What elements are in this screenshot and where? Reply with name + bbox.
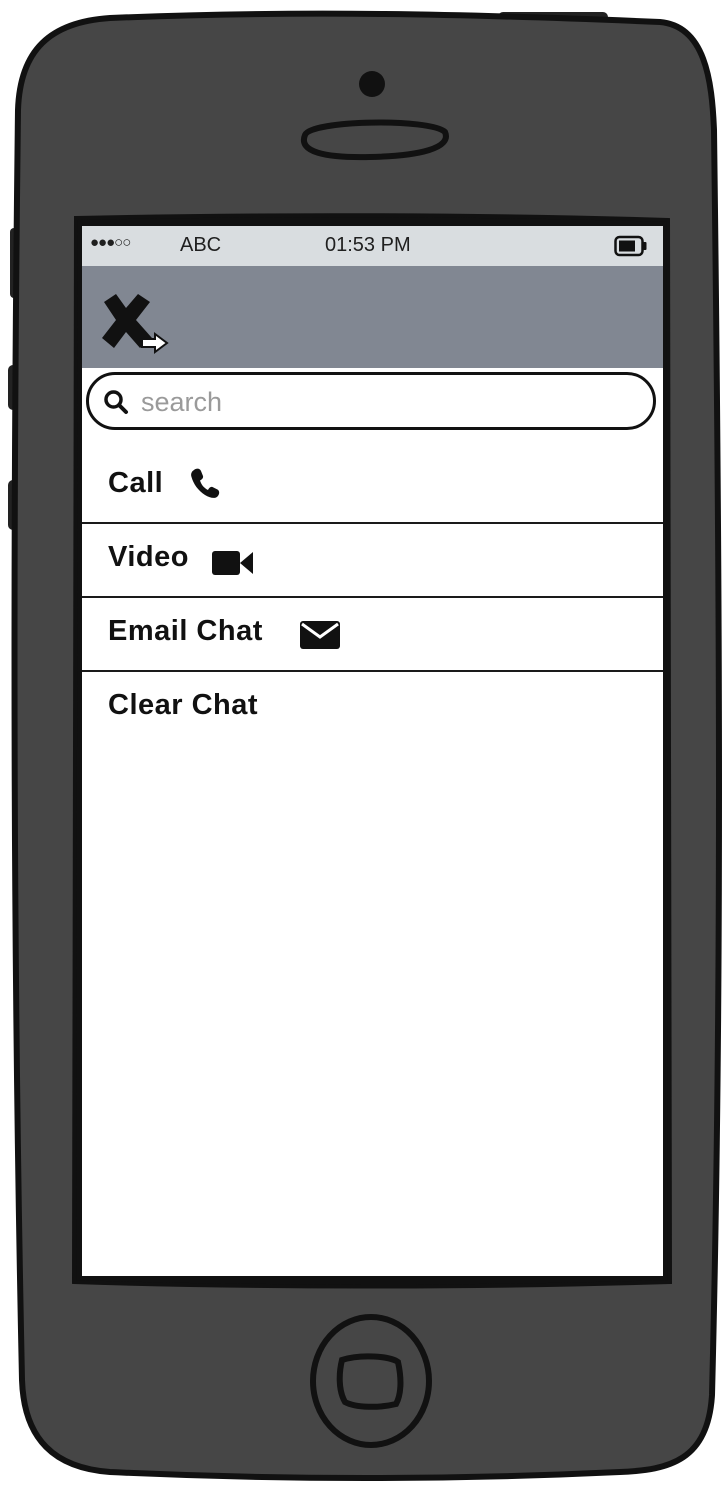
menu-item-clear-chat[interactable]: Clear Chat [82, 672, 663, 746]
video-camera-icon [212, 551, 253, 575]
menu-item-label: Clear Chat [108, 689, 259, 721]
options-menu: Call Video Email Chat Clear Chat [82, 450, 663, 746]
menu-item-label: Email Chat [108, 615, 263, 647]
menu-item-call[interactable]: Call [82, 450, 663, 524]
search-icon [104, 390, 128, 414]
phone-screen: ●●●○○ ABC 01:53 PM search Call Video Ema… [82, 226, 663, 1276]
phone-mockup: ●●●○○ ABC 01:53 PM search Call Video Ema… [0, 0, 727, 1486]
close-button[interactable] [96, 292, 176, 360]
navigation-bar [82, 266, 663, 368]
carrier-name: ABC [180, 234, 222, 256]
status-time: 01:53 PM [325, 234, 411, 256]
arrow-right-icon [141, 332, 169, 354]
envelope-icon [300, 621, 340, 649]
search-input[interactable] [139, 383, 643, 421]
menu-item-label: Video [108, 541, 189, 573]
status-bar: ●●●○○ ABC 01:53 PM [82, 226, 663, 266]
signal-strength-icon: ●●●○○ [90, 234, 131, 251]
search-box[interactable] [86, 372, 656, 430]
menu-item-label: Call [108, 467, 164, 499]
menu-item-email-chat[interactable]: Email Chat [82, 598, 663, 672]
front-camera [359, 71, 385, 97]
battery-icon [614, 235, 647, 257]
phone-icon [191, 468, 220, 498]
menu-item-video[interactable]: Video [82, 524, 663, 598]
